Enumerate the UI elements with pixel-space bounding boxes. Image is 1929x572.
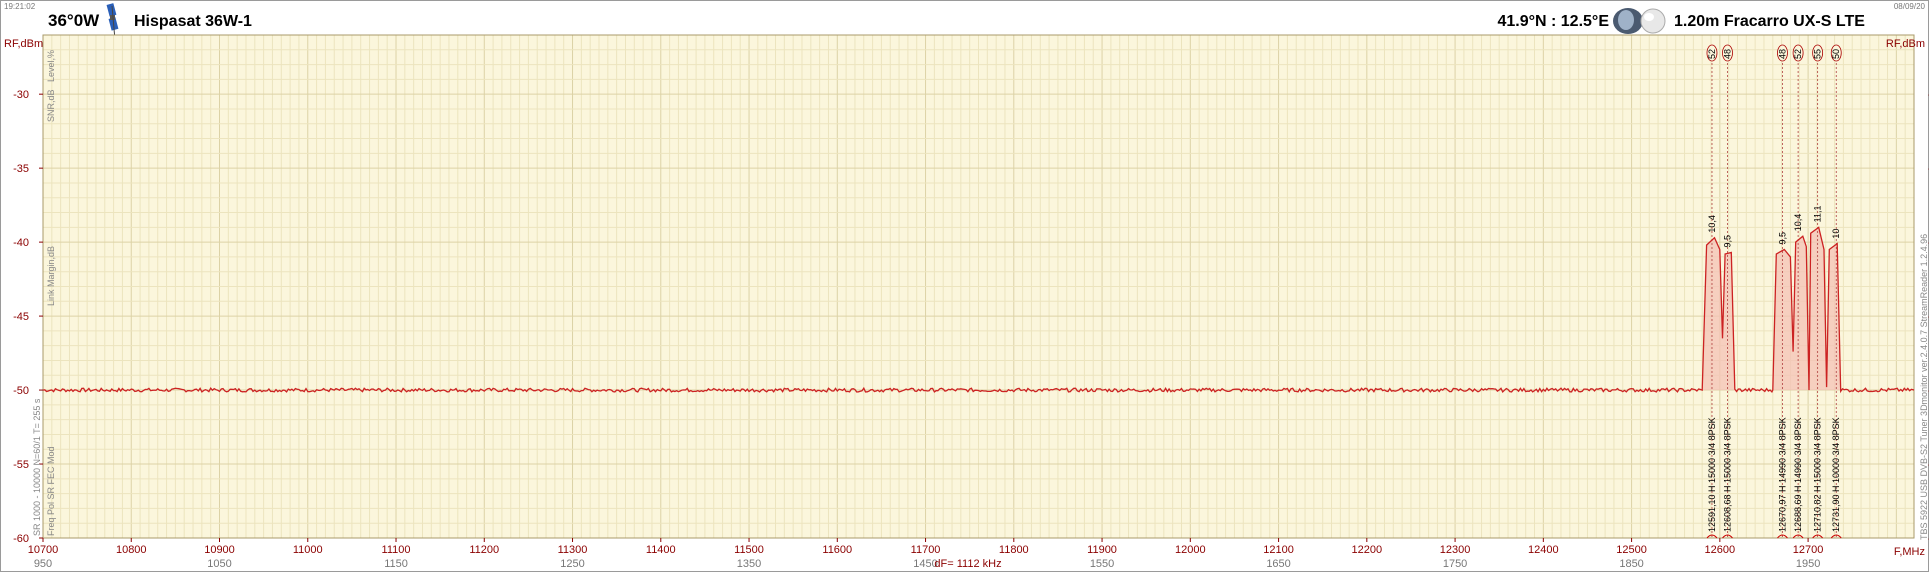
transponder-level: 50: [1831, 49, 1841, 59]
y-tick-label-left: -35: [13, 163, 29, 175]
df-label: dF= 1112 kHz: [934, 558, 1001, 570]
level-axis-label: Level,%: [46, 50, 56, 82]
link-margin-axis-label: Link Margin,dB: [46, 246, 56, 306]
x-tick-label: 10700: [28, 544, 59, 556]
y-tick-label-left: -40: [13, 237, 29, 249]
x-tick-label: 11000: [293, 544, 323, 556]
transponder-info: 12608,68 H 15000 3/4 8PSK: [1723, 417, 1733, 532]
transponder-level: 52: [1793, 49, 1803, 59]
if-tick-label: 1550: [1090, 558, 1114, 570]
transponder-snr: 11,1: [1813, 205, 1823, 222]
x-tick-label: 12400: [1528, 544, 1559, 556]
if-tick-label: 1050: [207, 558, 231, 570]
transponder-snr: 9,5: [1723, 235, 1733, 248]
transponder-info: 12731,90 H 10000 3/4 8PSK: [1831, 417, 1841, 532]
transponder-snr: 9,5: [1777, 232, 1787, 245]
y-tick-label-left: -45: [13, 311, 29, 323]
x-tick-label: 12300: [1440, 544, 1471, 556]
if-tick-label: 1750: [1443, 558, 1467, 570]
x-tick-label: 11200: [469, 544, 499, 556]
x-tick-label: 11500: [734, 544, 764, 556]
x-axis-unit: F,MHz: [1894, 546, 1925, 558]
transponder-info: 12710,82 H 15000 3/4 8PSK: [1813, 417, 1823, 532]
spectrum-window: 19:21:02 08/09/20 36°0W Hispasat 36W-1 4…: [0, 0, 1929, 572]
x-tick-label: 10800: [116, 544, 147, 556]
transponder-snr: 10,4: [1793, 214, 1803, 232]
dish-info: 1.20m Fracarro UX-S LTE: [1674, 13, 1865, 30]
x-tick-label: 12100: [1263, 544, 1294, 556]
x-tick-label: 10900: [204, 544, 235, 556]
if-tick-label: 1950: [1796, 558, 1820, 570]
y-tick-label-left: -50: [13, 385, 29, 397]
if-tick-label: 1650: [1266, 558, 1290, 570]
transponder-level: 52: [1707, 49, 1717, 59]
location-coords: 41.9°N : 12.5°E: [1497, 13, 1609, 30]
snr-axis-label: SNR,dB: [46, 89, 56, 122]
y-tick-label-left: -55: [13, 459, 29, 471]
if-tick-label: 950: [34, 558, 52, 570]
satellite-name: Hispasat 36W-1: [134, 13, 252, 30]
x-tick-label: 11300: [558, 544, 588, 556]
x-tick-label: 12500: [1616, 544, 1647, 556]
x-tick-label: 12000: [1175, 544, 1206, 556]
orbit-position: 36°0W: [48, 11, 100, 30]
header-date: 08/09/20: [1894, 2, 1926, 11]
y-axis-unit-left: RF,dBm: [4, 38, 43, 50]
x-tick-label: 11100: [382, 544, 411, 556]
transponder-columns-label: Freq Pol SR FEC Mod: [46, 446, 56, 536]
header-time: 19:21:02: [4, 2, 36, 11]
y-axis-unit-right: RF,dBm: [1886, 38, 1925, 50]
device-info-label: TBS 5922 USB DVB-S2 Tuner 3Dmonitor ver.…: [1919, 234, 1929, 540]
x-tick-label: 11600: [822, 544, 852, 556]
if-tick-label: 1150: [384, 558, 408, 570]
transponder-info: 12688,69 H 14990 3/4 8PSK: [1793, 417, 1803, 532]
x-tick-label: 11400: [646, 544, 676, 556]
transponder-level: 48: [1723, 49, 1733, 59]
x-tick-label: 12700: [1793, 544, 1824, 556]
transponder-level: 55: [1813, 49, 1823, 59]
transponder-snr: 10: [1831, 229, 1841, 239]
spectrum-plot: -30-30-35-35-40-40-45-45-50-50-55-55-60-…: [13, 34, 1929, 570]
x-tick-label: 12200: [1352, 544, 1383, 556]
x-tick-label: 11700: [911, 544, 941, 556]
x-tick-label: 12600: [1705, 544, 1736, 556]
y-tick-label-left: -60: [13, 533, 29, 545]
transponder-info: 12591,10 H 15000 3/4 8PSK: [1707, 417, 1717, 532]
x-tick-label: 11900: [1087, 544, 1117, 556]
transponder-snr: 10,4: [1707, 215, 1717, 233]
transponder-info: 12670,97 H 14990 3/4 8PSK: [1777, 417, 1787, 532]
if-tick-label: 1350: [737, 558, 761, 570]
scan-params-label: SR 1000 - 10000 N=60/1 T= 255 s: [32, 398, 42, 536]
transponder-level: 48: [1777, 49, 1787, 59]
if-tick-label: 1850: [1619, 558, 1643, 570]
x-tick-label: 11800: [999, 544, 1029, 556]
if-tick-label: 1250: [560, 558, 584, 570]
y-tick-label-left: -30: [13, 89, 29, 101]
